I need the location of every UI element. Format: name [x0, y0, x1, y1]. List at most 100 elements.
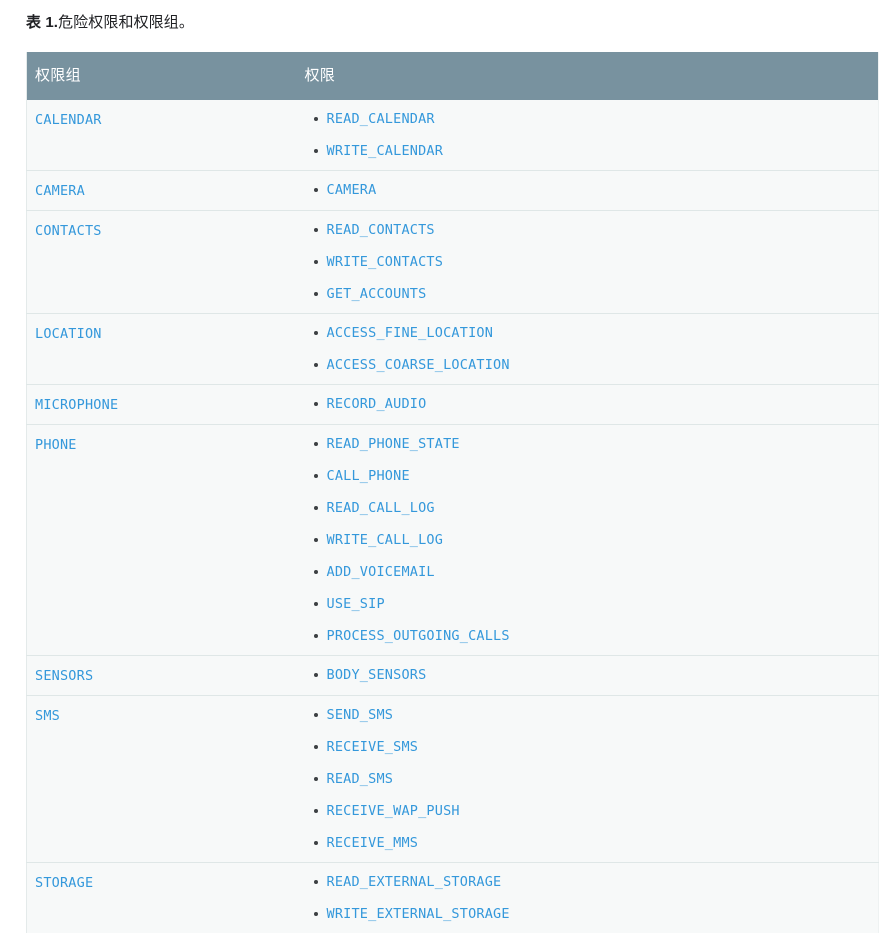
bullet-icon: [314, 474, 318, 478]
permission-list-item: ACCESS_COARSE_LOCATION: [327, 356, 879, 374]
permission-list: SEND_SMS RECEIVE_SMS READ_SMS RECEIVE_WAP_P…: [305, 706, 879, 852]
table-row: LOCATION ACCESS_FINE_LOCATION ACCESS_COARS…: [27, 314, 879, 385]
permission-list: READ_EXTERNAL_STORAGE WRITE_EXTERNAL_STOR…: [305, 873, 879, 923]
permission-link[interactable]: WRITE_EXTERNAL_STORAGE: [327, 906, 510, 922]
bullet-icon: [314, 228, 318, 232]
permission-list-item: READ_SMS: [327, 770, 879, 788]
table-caption-text: 危险权限和权限组。: [58, 14, 194, 31]
permission-list-item: USE_SIP: [327, 595, 879, 613]
permission-group-cell: LOCATION: [27, 314, 297, 385]
permission-list-item: ADD_VOICEMAIL: [327, 563, 879, 581]
permission-link[interactable]: READ_CONTACTS: [327, 222, 435, 238]
permission-link[interactable]: READ_CALL_LOG: [327, 500, 435, 516]
bullet-icon: [314, 331, 318, 335]
bullet-icon: [314, 745, 318, 749]
permission-link[interactable]: READ_EXTERNAL_STORAGE: [327, 874, 502, 890]
bullet-icon: [314, 117, 318, 121]
permission-group-link[interactable]: STORAGE: [35, 873, 93, 892]
permission-link[interactable]: CAMERA: [327, 182, 377, 198]
permission-link[interactable]: READ_PHONE_STATE: [327, 436, 460, 452]
permission-link[interactable]: SEND_SMS: [327, 707, 394, 723]
permission-list-item: RECEIVE_WAP_PUSH: [327, 802, 879, 820]
permission-list: ACCESS_FINE_LOCATION ACCESS_COARSE_LOCATI…: [305, 324, 879, 374]
permission-link[interactable]: GET_ACCOUNTS: [327, 286, 427, 302]
permission-group-link[interactable]: CAMERA: [35, 181, 85, 200]
permission-list-cell: BODY_SENSORS: [297, 656, 879, 696]
permission-list-item: READ_PHONE_STATE: [327, 435, 879, 453]
permission-group-cell: MICROPHONE: [27, 385, 297, 425]
permission-link[interactable]: WRITE_CALENDAR: [327, 143, 444, 159]
permission-list-cell: READ_PHONE_STATE CALL_PHONE READ_CALL_LOG W…: [297, 425, 879, 656]
permission-list: RECORD_AUDIO: [305, 395, 879, 413]
permission-list-cell: CAMERA: [297, 171, 879, 211]
bullet-icon: [314, 442, 318, 446]
bullet-icon: [314, 538, 318, 542]
permission-list: CAMERA: [305, 181, 879, 199]
table-caption: 表 1.危险权限和权限组。: [26, 12, 194, 34]
bullet-icon: [314, 188, 318, 192]
table-row: CALENDAR READ_CALENDAR WRITE_CALENDAR: [27, 100, 879, 171]
permission-list-cell: READ_EXTERNAL_STORAGE WRITE_EXTERNAL_STOR…: [297, 863, 879, 933]
permission-list-cell: ACCESS_FINE_LOCATION ACCESS_COARSE_LOCATI…: [297, 314, 879, 385]
bullet-icon: [314, 634, 318, 638]
permission-list: BODY_SENSORS: [305, 666, 879, 684]
permissions-table: 权限组 权限 CALENDAR READ_CALENDAR WRITE_CALEND…: [26, 52, 879, 933]
bullet-icon: [314, 570, 318, 574]
permission-list-item: WRITE_EXTERNAL_STORAGE: [327, 905, 879, 923]
bullet-icon: [314, 673, 318, 677]
permission-group-link[interactable]: MICROPHONE: [35, 395, 118, 414]
permission-link[interactable]: ADD_VOICEMAIL: [327, 564, 435, 580]
permission-link[interactable]: READ_CALENDAR: [327, 111, 435, 127]
permission-group-link[interactable]: SMS: [35, 706, 60, 725]
bullet-icon: [314, 363, 318, 367]
permission-group-cell: SMS: [27, 696, 297, 863]
permission-link[interactable]: USE_SIP: [327, 596, 385, 612]
permission-link[interactable]: READ_SMS: [327, 771, 394, 787]
permission-list-item: CAMERA: [327, 181, 879, 199]
permission-group-link[interactable]: PHONE: [35, 435, 77, 454]
bullet-icon: [314, 149, 318, 153]
permission-list: READ_CONTACTS WRITE_CONTACTS GET_ACCOUNTS: [305, 221, 879, 303]
permission-list-item: READ_CONTACTS: [327, 221, 879, 239]
permission-link[interactable]: RECORD_AUDIO: [327, 396, 427, 412]
bullet-icon: [314, 912, 318, 916]
bullet-icon: [314, 260, 318, 264]
permission-link[interactable]: RECEIVE_SMS: [327, 739, 419, 755]
bullet-icon: [314, 777, 318, 781]
permission-link[interactable]: WRITE_CONTACTS: [327, 254, 444, 270]
permission-list-item: CALL_PHONE: [327, 467, 879, 485]
permission-list-cell: SEND_SMS RECEIVE_SMS READ_SMS RECEIVE_WAP_P…: [297, 696, 879, 863]
permission-list-item: READ_CALL_LOG: [327, 499, 879, 517]
permission-link[interactable]: ACCESS_COARSE_LOCATION: [327, 357, 510, 373]
permission-group-link[interactable]: SENSORS: [35, 666, 93, 685]
permission-list-cell: READ_CONTACTS WRITE_CONTACTS GET_ACCOUNTS: [297, 211, 879, 314]
permission-link[interactable]: RECEIVE_WAP_PUSH: [327, 803, 460, 819]
table-row: PHONE READ_PHONE_STATE CALL_PHONE READ_CALL…: [27, 425, 879, 656]
permission-link[interactable]: PROCESS_OUTGOING_CALLS: [327, 628, 510, 644]
table-row: STORAGE READ_EXTERNAL_STORAGE WRITE_EXTERN…: [27, 863, 879, 933]
table-row: SENSORS BODY_SENSORS: [27, 656, 879, 696]
table-row: CAMERA CAMERA: [27, 171, 879, 211]
table-row: MICROPHONE RECORD_AUDIO: [27, 385, 879, 425]
permission-link[interactable]: CALL_PHONE: [327, 468, 410, 484]
permission-link[interactable]: BODY_SENSORS: [327, 667, 427, 683]
bullet-icon: [314, 841, 318, 845]
table-caption-label: 表 1.: [26, 14, 58, 31]
permission-link[interactable]: RECEIVE_MMS: [327, 835, 419, 851]
permission-group-cell: PHONE: [27, 425, 297, 656]
bullet-icon: [314, 506, 318, 510]
permission-list: READ_CALENDAR WRITE_CALENDAR: [305, 110, 879, 160]
table-row: SMS SEND_SMS RECEIVE_SMS READ_SMS RECEIVE_WA…: [27, 696, 879, 863]
permission-link[interactable]: ACCESS_FINE_LOCATION: [327, 325, 494, 341]
permissions-table-container: 权限组 权限 CALENDAR READ_CALENDAR WRITE_CALEND…: [26, 52, 878, 933]
permission-list: READ_PHONE_STATE CALL_PHONE READ_CALL_LOG W…: [305, 435, 879, 645]
column-header-permission-group: 权限组: [27, 52, 297, 100]
permission-list-cell: RECORD_AUDIO: [297, 385, 879, 425]
permission-group-link[interactable]: CALENDAR: [35, 110, 102, 129]
permission-list-item: WRITE_CONTACTS: [327, 253, 879, 271]
permission-group-link[interactable]: CONTACTS: [35, 221, 102, 240]
permission-group-link[interactable]: LOCATION: [35, 324, 102, 343]
table-header-row: 权限组 权限: [27, 52, 879, 100]
bullet-icon: [314, 880, 318, 884]
permission-link[interactable]: WRITE_CALL_LOG: [327, 532, 444, 548]
